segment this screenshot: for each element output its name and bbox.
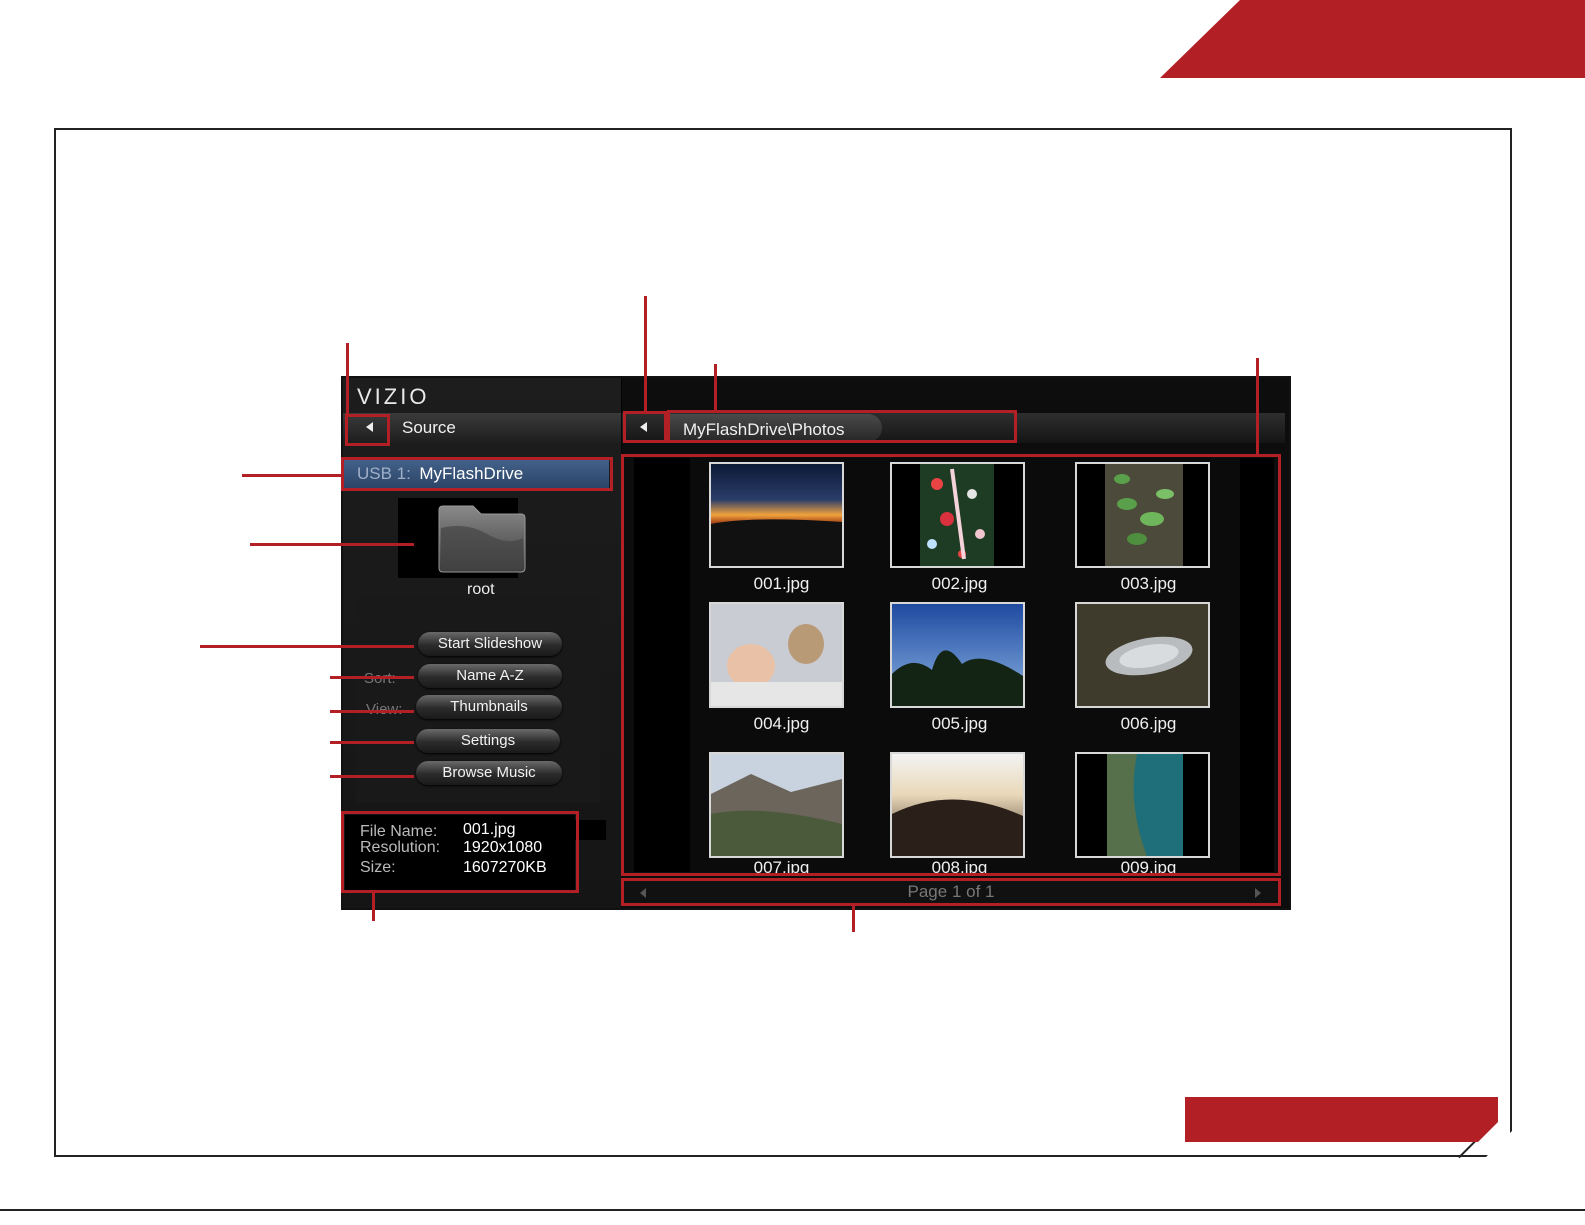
callout-line [242, 474, 342, 477]
callout-path [667, 410, 1017, 443]
callout-line [372, 893, 375, 921]
source-header-label: Source [402, 418, 456, 437]
callout-line [644, 296, 647, 412]
callout-line [250, 543, 414, 546]
callout-path-back [623, 411, 667, 443]
vizio-logo: VIZIO [357, 384, 430, 409]
callout-line [330, 710, 414, 713]
callout-usb [341, 457, 613, 491]
callout-line [330, 676, 414, 679]
callout-line [330, 775, 414, 778]
settings-button[interactable]: Settings [416, 729, 560, 753]
bottom-rule [0, 1209, 1585, 1211]
corner-banner [1160, 0, 1585, 78]
callout-line [200, 645, 414, 648]
callout-thumbnail-grid [621, 454, 1281, 876]
folder-icon[interactable] [437, 504, 527, 574]
folder-label: root [467, 581, 495, 598]
callout-file-info [341, 811, 579, 893]
callout-source-back [345, 414, 390, 446]
sort-button[interactable]: Name A-Z [418, 664, 562, 688]
callout-line [714, 364, 717, 411]
info-tab [575, 820, 606, 840]
callout-pagination [621, 878, 1281, 906]
browse-music-button[interactable]: Browse Music [416, 761, 562, 785]
start-slideshow-button[interactable]: Start Slideshow [418, 632, 562, 656]
callout-line [346, 343, 349, 415]
callout-line [852, 906, 855, 932]
view-button[interactable]: Thumbnails [416, 695, 562, 719]
callout-line [1256, 358, 1259, 455]
page-number-tab [1185, 1097, 1498, 1142]
callout-line [330, 741, 414, 744]
